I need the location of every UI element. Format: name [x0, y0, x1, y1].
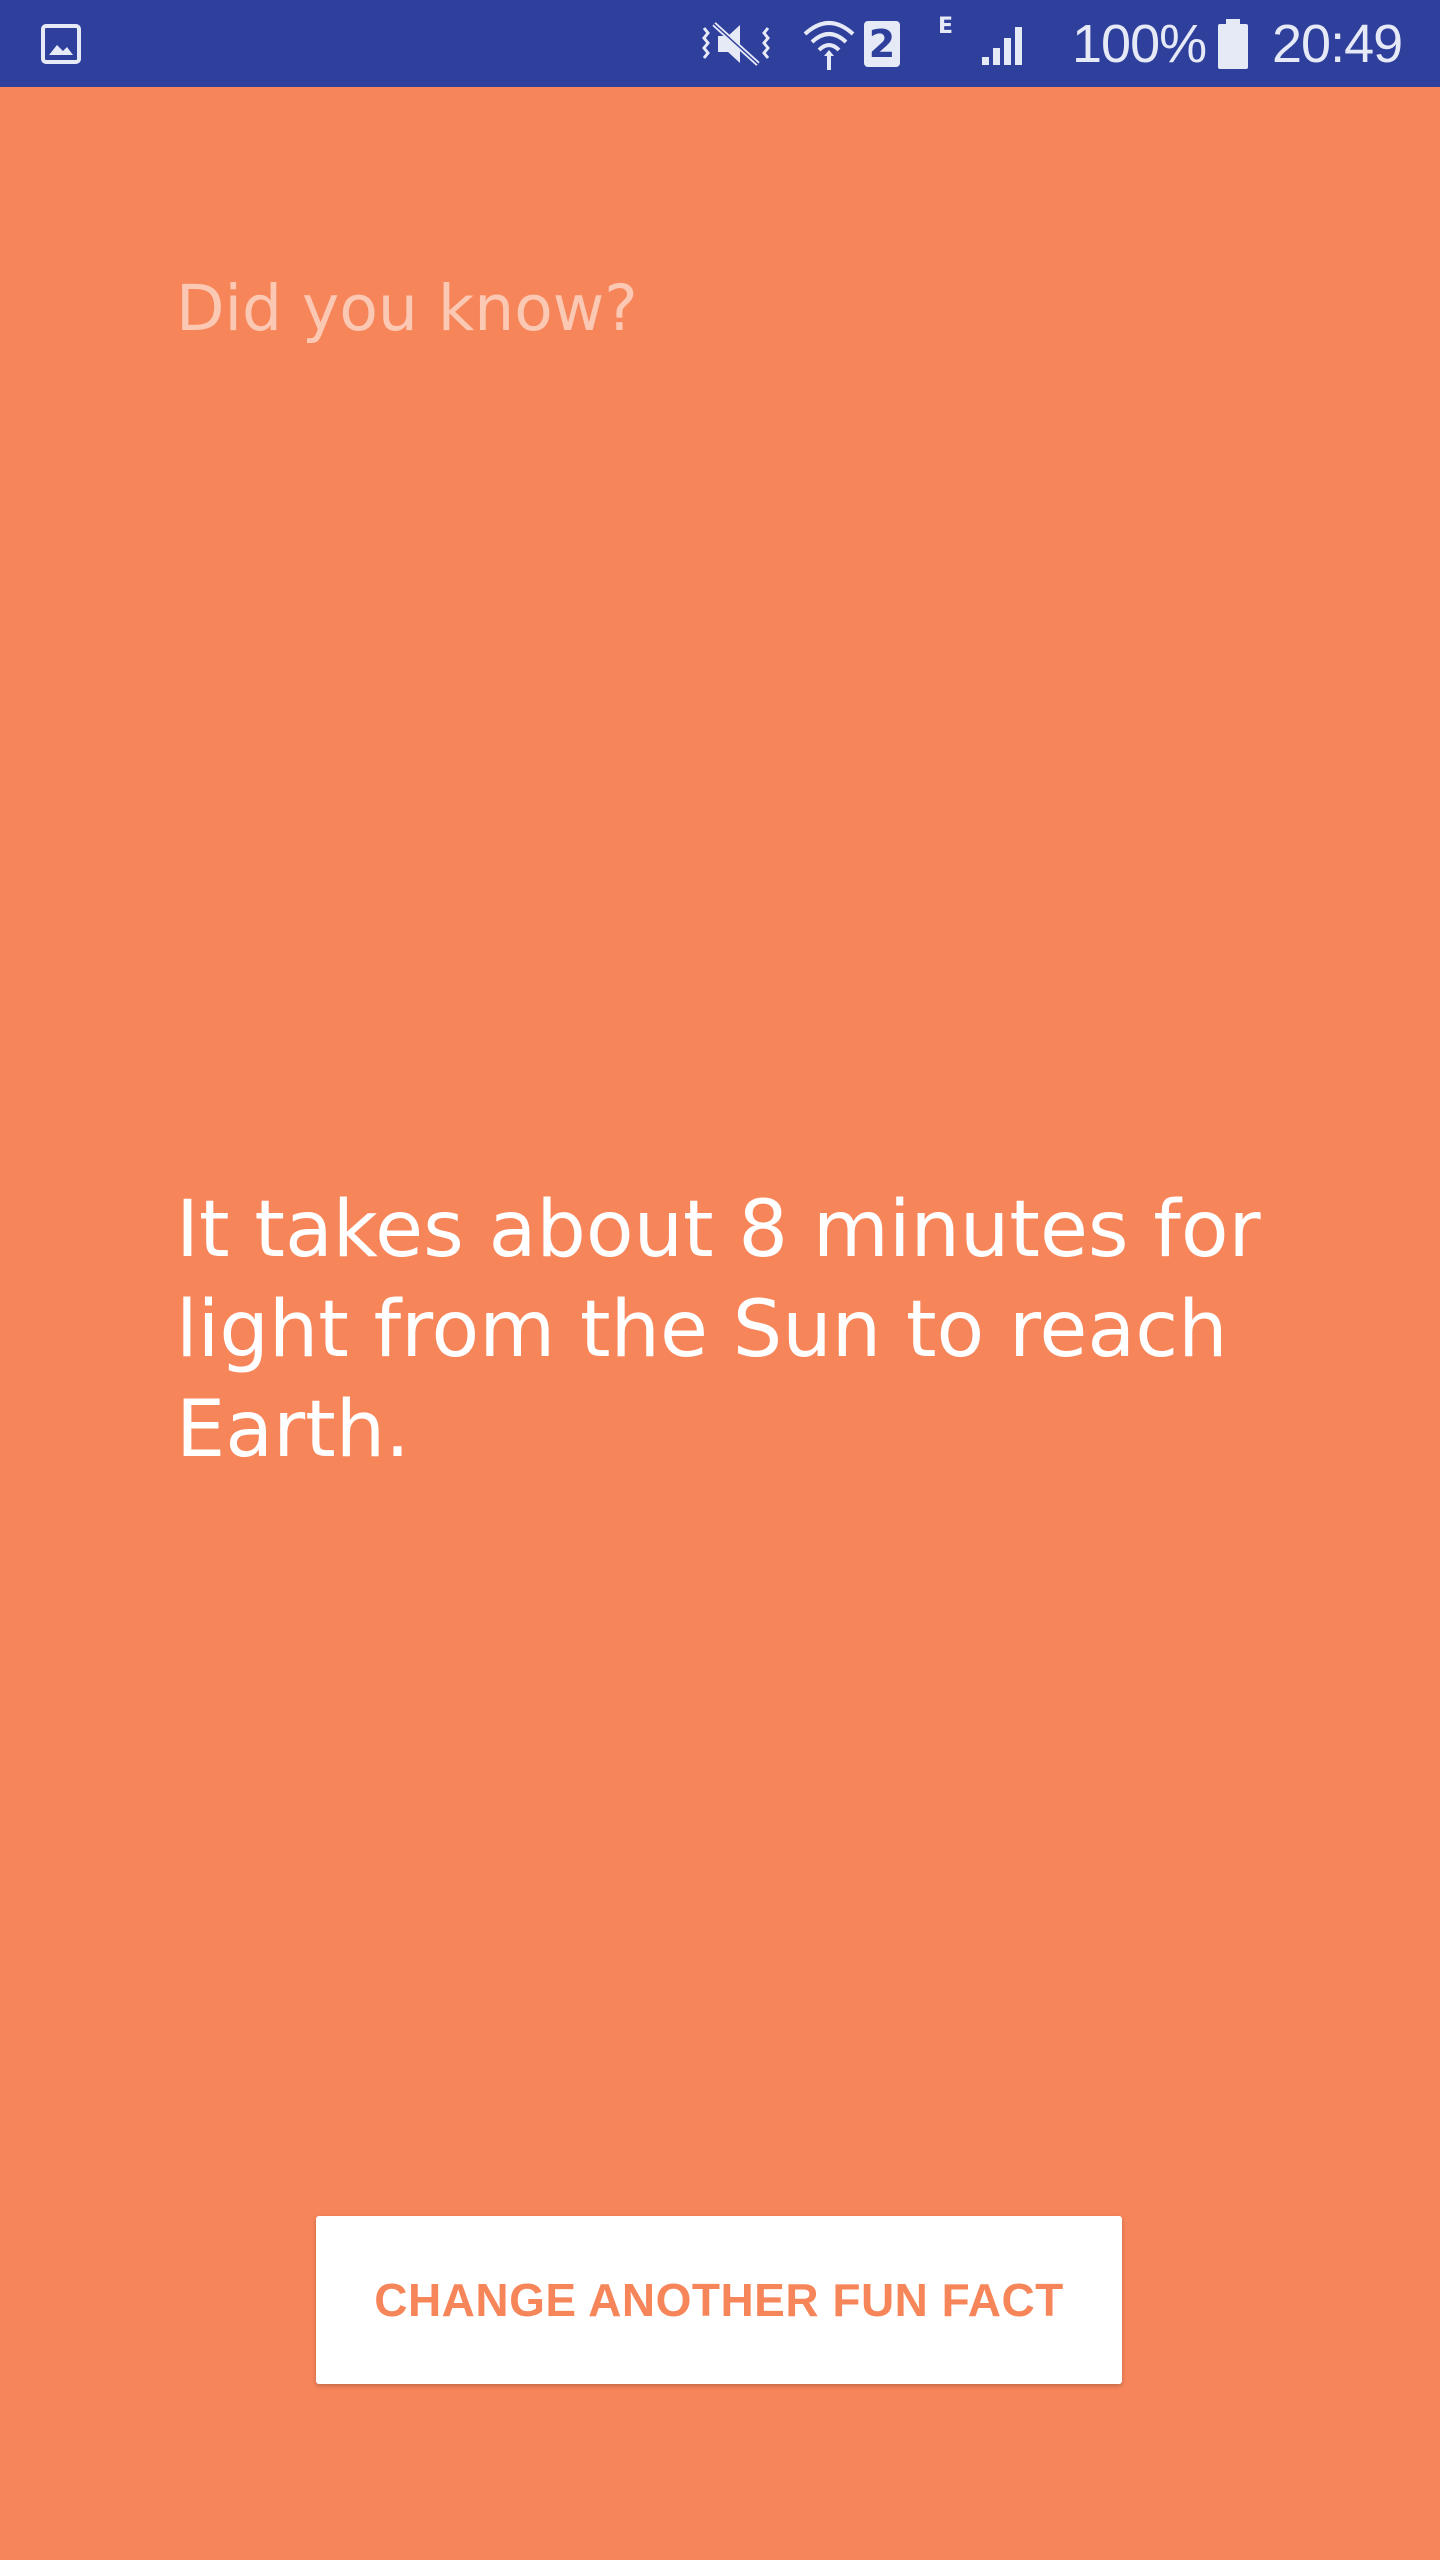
gallery-icon: [40, 0, 82, 87]
battery-percent: 100%: [1072, 13, 1207, 74]
battery-icon: [1216, 0, 1250, 87]
change-fun-fact-button[interactable]: CHANGE ANOTHER FUN FACT: [316, 2216, 1122, 2384]
network-type: E: [938, 14, 954, 39]
network-type-indicator: E: [938, 0, 953, 87]
clock: 20:49: [1272, 13, 1403, 74]
change-fun-fact-button-label: CHANGE ANOTHER FUN FACT: [374, 2274, 1064, 2326]
status-bar: 2 E 100% 20:49: [0, 0, 1440, 87]
wifi-icon: [803, 0, 855, 87]
signal-icon: [980, 0, 1030, 87]
did-you-know-heading: Did you know?: [176, 272, 638, 345]
fun-fact-text: It takes about 8 minutes for light from …: [176, 1185, 1261, 1475]
sim-indicator: 2: [864, 0, 900, 87]
sim-number: 2: [864, 20, 900, 67]
mute-icon: [700, 0, 772, 87]
